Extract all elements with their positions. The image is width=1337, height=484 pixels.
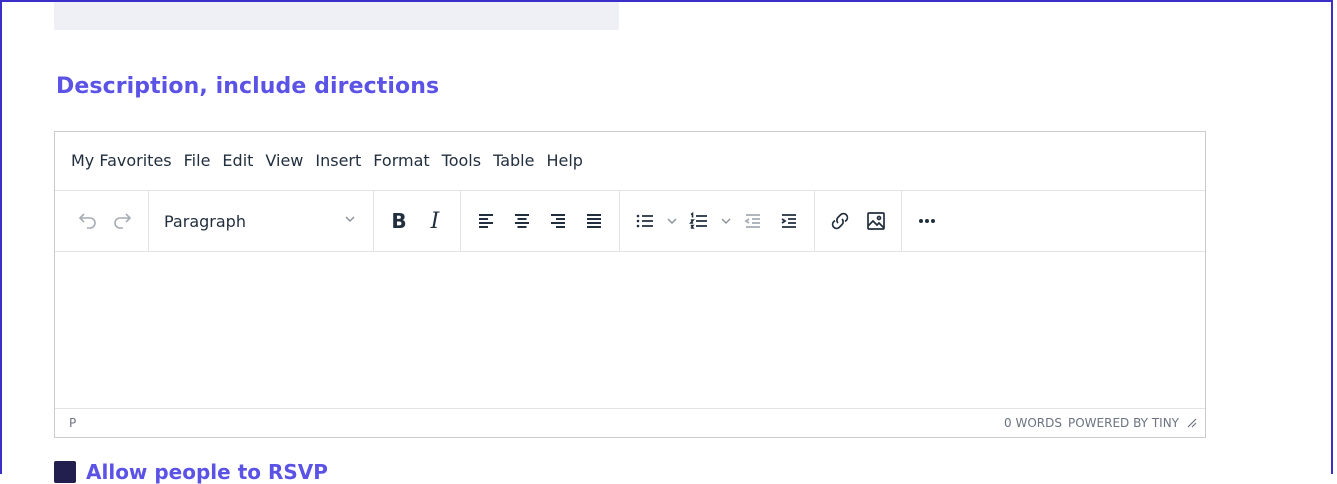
menu-tools[interactable]: Tools [436,147,487,175]
editor-content-area[interactable] [55,252,1205,407]
align-left-icon [479,214,493,228]
align-center-icon [515,214,529,228]
redo-button[interactable] [105,204,141,238]
bullet-list-icon [636,214,653,228]
editor-menubar: My Favorites File Edit View Insert Forma… [55,132,1205,191]
blocks-group: Paragraph [149,191,374,251]
image-icon [867,212,885,230]
more-group [902,191,952,251]
italic-icon: I [430,208,440,234]
menu-format[interactable]: Format [367,147,435,175]
link-icon [831,212,849,230]
editor-toolbar: Paragraph B I [55,191,1205,252]
statusbar-right: 0 WORDS POWERED BY TINY [1004,416,1197,431]
menu-table[interactable]: Table [487,147,540,175]
rsvp-option[interactable]: Allow people to RSVP [54,460,328,484]
indent-button[interactable] [771,204,807,238]
redo-icon [114,213,132,229]
bold-button[interactable]: B [381,204,417,238]
block-format-value: Paragraph [164,211,246,231]
bullet-list-split[interactable] [627,204,681,238]
block-format-select[interactable]: Paragraph [156,204,366,238]
bold-icon: B [391,209,407,233]
menu-file[interactable]: File [178,147,217,175]
numbered-list-button[interactable] [681,204,717,238]
outdent-icon [744,214,760,228]
menu-insert[interactable]: Insert [309,147,367,175]
more-icon [919,219,935,223]
lists-group [620,191,815,251]
indent-icon [781,214,796,228]
history-group [65,191,149,251]
menu-view[interactable]: View [259,147,309,175]
numbered-list-split[interactable] [681,204,735,238]
previous-field-input[interactable] [54,2,619,30]
align-right-button[interactable] [540,204,576,238]
menu-my-favorites[interactable]: My Favorites [65,147,178,175]
format-group: B I [374,191,461,251]
rsvp-checkbox[interactable] [54,461,76,483]
rich-text-editor: My Favorites File Edit View Insert Forma… [54,131,1206,438]
align-center-button[interactable] [504,204,540,238]
menu-edit[interactable]: Edit [216,147,259,175]
align-justify-button[interactable] [576,204,612,238]
align-justify-icon [587,214,601,228]
outdent-button[interactable] [735,204,771,238]
element-path[interactable]: P [69,416,76,430]
word-count[interactable]: 0 WORDS [1004,416,1062,430]
bullet-list-button[interactable] [627,204,663,238]
rsvp-label: Allow people to RSVP [86,460,328,484]
link-button[interactable] [822,204,858,238]
resize-handle-icon[interactable] [1185,416,1197,431]
image-button[interactable] [858,204,894,238]
undo-button[interactable] [69,204,105,238]
undo-icon [78,213,96,229]
align-group [461,191,620,251]
editor-statusbar: P 0 WORDS POWERED BY TINY [55,408,1205,437]
italic-button[interactable]: I [417,204,453,238]
more-button[interactable] [909,204,945,238]
align-left-button[interactable] [468,204,504,238]
align-right-icon [551,214,565,228]
chevron-down-icon [344,212,356,230]
description-label: Description, include directions [56,74,440,99]
branding-link[interactable]: POWERED BY TINY [1068,416,1179,430]
chevron-down-icon[interactable] [663,204,681,238]
numbered-list-icon [689,212,707,229]
menu-help[interactable]: Help [540,147,588,175]
insert-group [815,191,902,251]
chevron-down-icon[interactable] [717,204,735,238]
